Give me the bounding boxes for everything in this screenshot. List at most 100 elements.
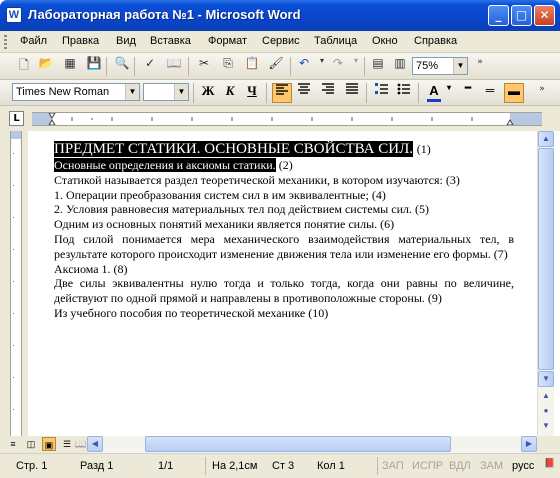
outline-view-icon[interactable]: ☰ [60,437,74,451]
paragraph-line[interactable]: 2. Условия равновесия материальных тел п… [54,202,514,217]
close-button[interactable]: ✕ [534,5,555,26]
redo-dropdown-icon[interactable]: ▾ [346,56,366,76]
italic-button[interactable]: К [220,83,240,103]
paragraph-line[interactable]: Статикой называется раздел теоретической… [54,173,514,188]
font-color-icon[interactable]: A [424,83,444,103]
highlight-icon[interactable]: ▬ [504,83,524,103]
vertical-scrollbar[interactable]: ▲ ▼ ▲ ● ▼ [537,131,554,436]
print-layout-view-icon[interactable]: ▣ [42,437,56,451]
menu-help[interactable]: Справка [414,35,457,47]
bold-button[interactable]: Ж [198,83,218,103]
underline-button[interactable]: Ч [242,83,262,103]
status-extend[interactable]: ВДЛ [449,460,471,472]
spelling-status-icon[interactable]: 📕 [544,458,555,469]
align-center-icon[interactable] [294,83,314,103]
subheading-text[interactable]: Основные определения и аксиомы статики. [54,158,276,172]
maximize-button[interactable]: □ [511,5,532,26]
chevron-down-icon[interactable]: ▾ [444,83,454,103]
insert-table-icon[interactable]: ▤ [368,56,388,76]
menu-table[interactable]: Таблица [314,35,357,47]
tab-selector[interactable]: L [9,111,24,126]
paste-icon[interactable]: 📋 [242,56,262,76]
menu-edit[interactable]: Правка [62,35,99,47]
heading-line[interactable]: ПРЕДМЕТ СТАТИКИ. ОСНОВНЫЕ СВОЙСТВА СИЛ. … [54,141,514,158]
spelling-icon[interactable]: ✓ [140,56,160,76]
status-track-changes[interactable]: ИСПР [412,460,443,472]
vertical-scroll-thumb[interactable] [538,148,554,370]
scroll-right-icon[interactable]: ▶ [521,436,537,452]
permission-icon[interactable]: ▦ [60,56,80,76]
menubar-grip[interactable] [4,35,7,49]
word-app-icon[interactable]: W [6,7,22,23]
chevron-down-icon[interactable]: ▼ [453,58,467,74]
bulleted-list-icon[interactable] [394,83,414,103]
browse-object-icon[interactable]: ● [538,404,554,420]
undo-icon[interactable]: ↶ [294,56,314,76]
status-record[interactable]: ЗАП [382,460,404,472]
status-line: Ст 3 [272,460,295,472]
toolbar-options-icon[interactable]: » [532,84,552,104]
menu-view[interactable]: Вид [116,35,136,47]
separator [418,83,419,103]
scroll-down-icon[interactable]: ▼ [538,371,554,387]
vertical-ruler[interactable]: · · · · · · · · · [0,131,28,436]
next-page-icon[interactable]: ▼ [538,419,554,435]
border-icon[interactable]: ═ [480,83,500,103]
menu-window[interactable]: Окно [372,35,398,47]
normal-view-icon[interactable]: ≡ [6,437,20,451]
minimize-button[interactable]: _ [488,5,509,26]
heading-suffix: (1) [416,142,431,156]
zoom-select[interactable]: 75% ▼ [412,57,468,75]
paragraph-line[interactable]: Две силы эквивалентны нулю тогда и тольк… [54,276,514,291]
menu-file[interactable]: Файл [20,35,47,47]
new-document-icon[interactable]: 🗋 [14,56,34,76]
horizontal-scrollbar[interactable]: ◀ ▶ [87,436,537,453]
toolbar-options-icon[interactable]: » [470,57,490,77]
menu-format[interactable]: Формат [208,35,247,47]
cut-icon[interactable]: ✂ [194,56,214,76]
separator [193,83,194,103]
open-folder-icon[interactable]: 📂 [36,56,56,76]
print-preview-icon[interactable]: 🔍 [112,56,132,76]
paragraph-line[interactable]: 1. Операции преобразования систем сил в … [54,188,514,203]
status-language[interactable]: русс [512,460,534,472]
save-icon[interactable]: 💾 [84,56,104,76]
line-spacing-icon[interactable]: ━ [458,83,478,103]
paragraph-line[interactable]: Одним из основных понятий механики являе… [54,217,514,232]
web-view-icon[interactable]: ◫ [24,437,38,451]
numbered-list-icon[interactable] [372,83,392,103]
chevron-down-icon[interactable]: ▼ [174,84,188,100]
menu-tools[interactable]: Сервис [262,35,300,47]
paragraph-line[interactable]: результате которого происходит изменение… [54,247,514,262]
paragraph-line[interactable]: Из учебного пособия по теоретической мех… [54,306,514,321]
research-icon[interactable]: 📖 [164,56,184,76]
paragraph-line[interactable]: Аксиома 1. (8) [54,262,514,277]
paragraph-line[interactable]: Под силой понимается мера механического … [54,232,514,247]
menu-insert[interactable]: Вставка [150,35,191,47]
document-body[interactable]: ПРЕДМЕТ СТАТИКИ. ОСНОВНЫЕ СВОЙСТВА СИЛ. … [54,141,514,321]
horizontal-ruler[interactable] [32,112,542,126]
align-right-icon[interactable] [318,83,338,103]
heading-text[interactable]: ПРЕДМЕТ СТАТИКИ. ОСНОВНЫЕ СВОЙСТВА СИЛ. [54,141,414,157]
separator [134,57,135,76]
scroll-left-icon[interactable]: ◀ [87,436,103,452]
horizontal-scroll-thumb[interactable] [145,436,451,452]
font-size-select[interactable]: ▼ [143,83,189,101]
chevron-down-icon[interactable]: ▼ [125,84,139,100]
scroll-up-icon[interactable]: ▲ [538,131,554,147]
reading-view-icon[interactable]: 📖 [74,437,88,451]
status-overtype[interactable]: ЗАМ [480,460,503,472]
paragraph-line[interactable]: действуют по одной прямой и направлены в… [54,291,514,306]
previous-page-icon[interactable]: ▲ [538,389,554,405]
copy-icon[interactable]: ⎘ [218,56,238,76]
columns-icon[interactable]: ▥ [390,56,410,76]
document-area[interactable]: ПРЕДМЕТ СТАТИКИ. ОСНОВНЫЕ СВОЙСТВА СИЛ. … [28,131,537,436]
separator [366,83,367,103]
format-painter-icon[interactable]: 🖌 [266,56,286,76]
align-left-icon[interactable] [272,83,292,103]
vertical-ruler-tick: · [12,277,15,286]
font-name-select[interactable]: Times New Roman ▼ [12,83,140,101]
redo-icon[interactable]: ↷ [328,56,348,76]
subheading-line[interactable]: Основные определения и аксиомы статики. … [54,158,514,173]
justify-icon[interactable] [342,83,362,103]
